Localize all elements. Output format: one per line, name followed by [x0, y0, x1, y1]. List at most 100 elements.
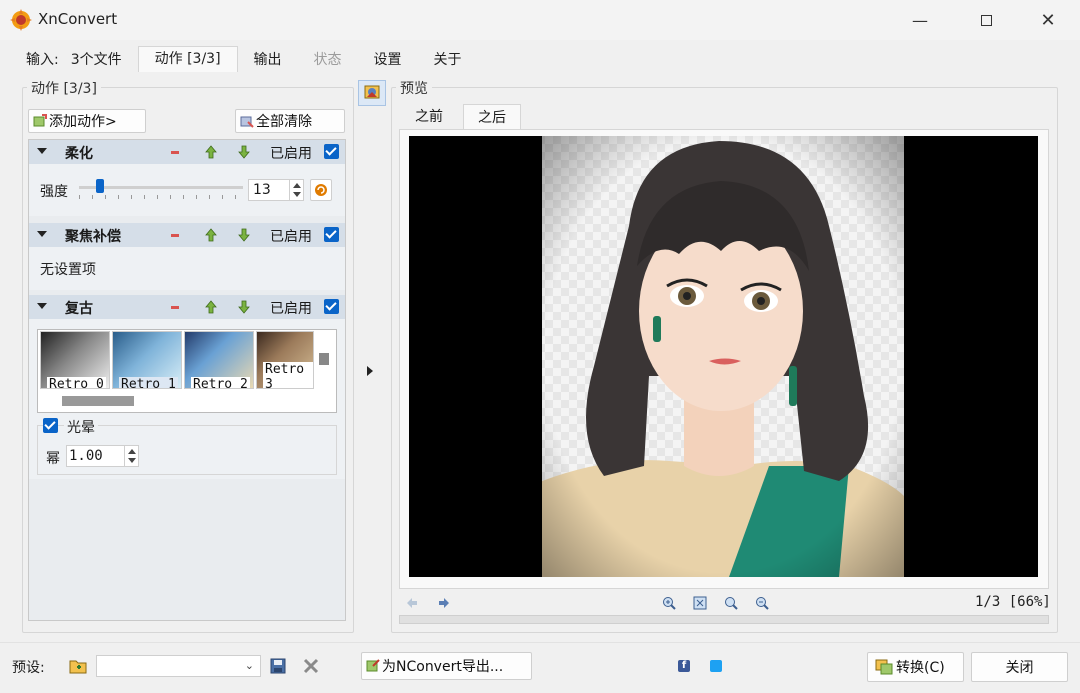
retro-preset-label: Retro 1 — [119, 377, 178, 388]
next-arrow-icon[interactable] — [437, 596, 451, 610]
zoom-actual-icon[interactable] — [724, 596, 738, 610]
preview-scrollbar[interactable] — [399, 615, 1049, 624]
section-soften-enabled-checkbox[interactable] — [324, 144, 339, 159]
move-down-icon[interactable] — [238, 300, 250, 314]
close-window-button[interactable]: ✕ — [1025, 0, 1071, 40]
tab-output[interactable]: 输出 — [238, 48, 298, 72]
section-soften-title: 柔化 — [65, 146, 93, 162]
move-up-icon[interactable] — [205, 228, 217, 242]
power-label: 幂 — [46, 451, 60, 467]
section-retro-header[interactable]: 复古 已启用 — [29, 295, 345, 319]
strength-slider-thumb[interactable] — [96, 179, 105, 193]
section-retro-enabled-label: 已启用 — [270, 301, 312, 317]
move-up-icon[interactable] — [205, 145, 217, 159]
preview-image[interactable] — [409, 136, 1038, 577]
spin-up-icon[interactable] — [128, 449, 136, 454]
tab-settings[interactable]: 设置 — [358, 48, 418, 72]
minimize-icon: — — [912, 10, 928, 30]
retro-preset-2[interactable]: Retro 2 — [184, 331, 254, 389]
expand-right-arrow-icon[interactable] — [367, 366, 373, 376]
section-retro-enabled-checkbox[interactable] — [324, 299, 339, 314]
chevron-down-icon: ⌄ — [244, 659, 254, 672]
retro-preset-3[interactable]: Retro 3 — [256, 331, 314, 389]
main-tabs: 输入: 3个文件 动作 [3/3] 输出 状态 设置 关于 — [14, 46, 478, 72]
xnconvert-logo-icon — [10, 9, 32, 31]
maximize-icon — [980, 14, 992, 26]
power-spinbox[interactable]: 1.00 — [66, 445, 139, 467]
add-action-label: 添加动作> — [49, 114, 117, 130]
convert-button[interactable]: 转换(C) — [867, 652, 964, 682]
tab-actions[interactable]: 动作 [3/3] — [137, 46, 238, 72]
reset-icon — [315, 184, 327, 196]
collapse-caret-icon[interactable] — [37, 148, 47, 154]
retro-presets-scrollbar[interactable] — [62, 396, 134, 406]
clear-all-button[interactable]: 全部清除 — [235, 109, 345, 133]
close-button[interactable]: 关闭 — [971, 652, 1068, 682]
retro-preset-1[interactable]: Retro 1 — [112, 331, 182, 389]
preset-dropdown[interactable]: ⌄ — [96, 655, 261, 677]
export-nconvert-label: 为NConvert导出... — [382, 659, 504, 675]
prev-arrow-icon[interactable] — [405, 596, 419, 610]
convert-icon — [875, 659, 893, 675]
remove-action-icon[interactable] — [171, 234, 179, 237]
power-spin-buttons[interactable] — [124, 446, 138, 466]
portrait-image — [542, 136, 904, 577]
save-preset-icon[interactable] — [270, 658, 286, 674]
power-value: 1.00 — [69, 448, 103, 464]
export-nconvert-button[interactable]: 为NConvert导出... — [361, 652, 532, 680]
retro-preset-label: Retro 2 — [191, 377, 250, 388]
twitter-icon[interactable] — [710, 660, 722, 672]
collapse-caret-icon[interactable] — [37, 231, 47, 237]
section-focus-title: 聚焦补偿 — [65, 229, 121, 245]
vignette-label: 光晕 — [64, 417, 98, 437]
maximize-button[interactable] — [963, 0, 1009, 40]
preset-label: 预设: — [12, 660, 45, 676]
remove-action-icon[interactable] — [171, 151, 179, 154]
collapse-caret-icon[interactable] — [37, 303, 47, 309]
section-soften-enabled-label: 已启用 — [270, 146, 312, 162]
section-focus-enabled-checkbox[interactable] — [324, 227, 339, 242]
scroll-right-handle[interactable] — [319, 353, 329, 365]
delete-preset-icon[interactable] — [303, 658, 319, 674]
tab-about[interactable]: 关于 — [418, 48, 478, 72]
section-soften-header[interactable]: 柔化 已启用 — [29, 140, 345, 164]
remove-action-icon[interactable] — [171, 306, 179, 309]
toggle-preview-button[interactable] — [358, 80, 386, 106]
add-action-icon — [33, 114, 47, 127]
export-icon — [366, 659, 380, 672]
convert-label: 转换(C) — [896, 660, 945, 676]
tab-input[interactable]: 3个文件 — [65, 48, 138, 72]
strength-spin-buttons[interactable] — [289, 180, 303, 200]
open-preset-folder-icon[interactable] — [69, 658, 87, 674]
window-title: XnConvert — [38, 10, 118, 28]
facebook-icon[interactable]: f — [678, 660, 690, 672]
zoom-out-icon[interactable] — [755, 596, 769, 610]
preview-group-title: 预览 — [396, 78, 432, 98]
retro-preset-label: Retro 0 — [47, 377, 106, 388]
move-down-icon[interactable] — [238, 145, 250, 159]
minimize-button[interactable]: — — [897, 0, 943, 40]
retro-preset-0[interactable]: Retro 0 — [40, 331, 110, 389]
spin-up-icon[interactable] — [293, 183, 301, 188]
spin-down-icon[interactable] — [128, 458, 136, 463]
clear-all-icon — [240, 116, 254, 128]
section-retro-title: 复古 — [65, 301, 93, 317]
tab-input-label: 输入: — [26, 52, 59, 68]
clear-all-label: 全部清除 — [256, 114, 312, 130]
vignette-checkbox[interactable] — [43, 418, 58, 433]
no-settings-text: 无设置项 — [40, 262, 96, 278]
strength-slider-ticks — [79, 195, 243, 199]
tab-after[interactable]: 之后 — [463, 104, 521, 130]
zoom-in-icon[interactable] — [662, 596, 676, 610]
fit-window-icon[interactable] — [693, 596, 707, 610]
strength-spinbox[interactable]: 13 — [248, 179, 304, 201]
tab-before[interactable]: 之前 — [401, 104, 457, 130]
move-down-icon[interactable] — [238, 228, 250, 242]
move-up-icon[interactable] — [205, 300, 217, 314]
section-focus-enabled-label: 已启用 — [270, 229, 312, 245]
spin-down-icon[interactable] — [293, 192, 301, 197]
close-icon: ✕ — [1040, 9, 1056, 31]
reset-strength-button[interactable] — [310, 179, 332, 201]
add-action-button[interactable]: 添加动作> — [28, 109, 146, 133]
section-focus-header[interactable]: 聚焦补偿 已启用 — [29, 223, 345, 247]
